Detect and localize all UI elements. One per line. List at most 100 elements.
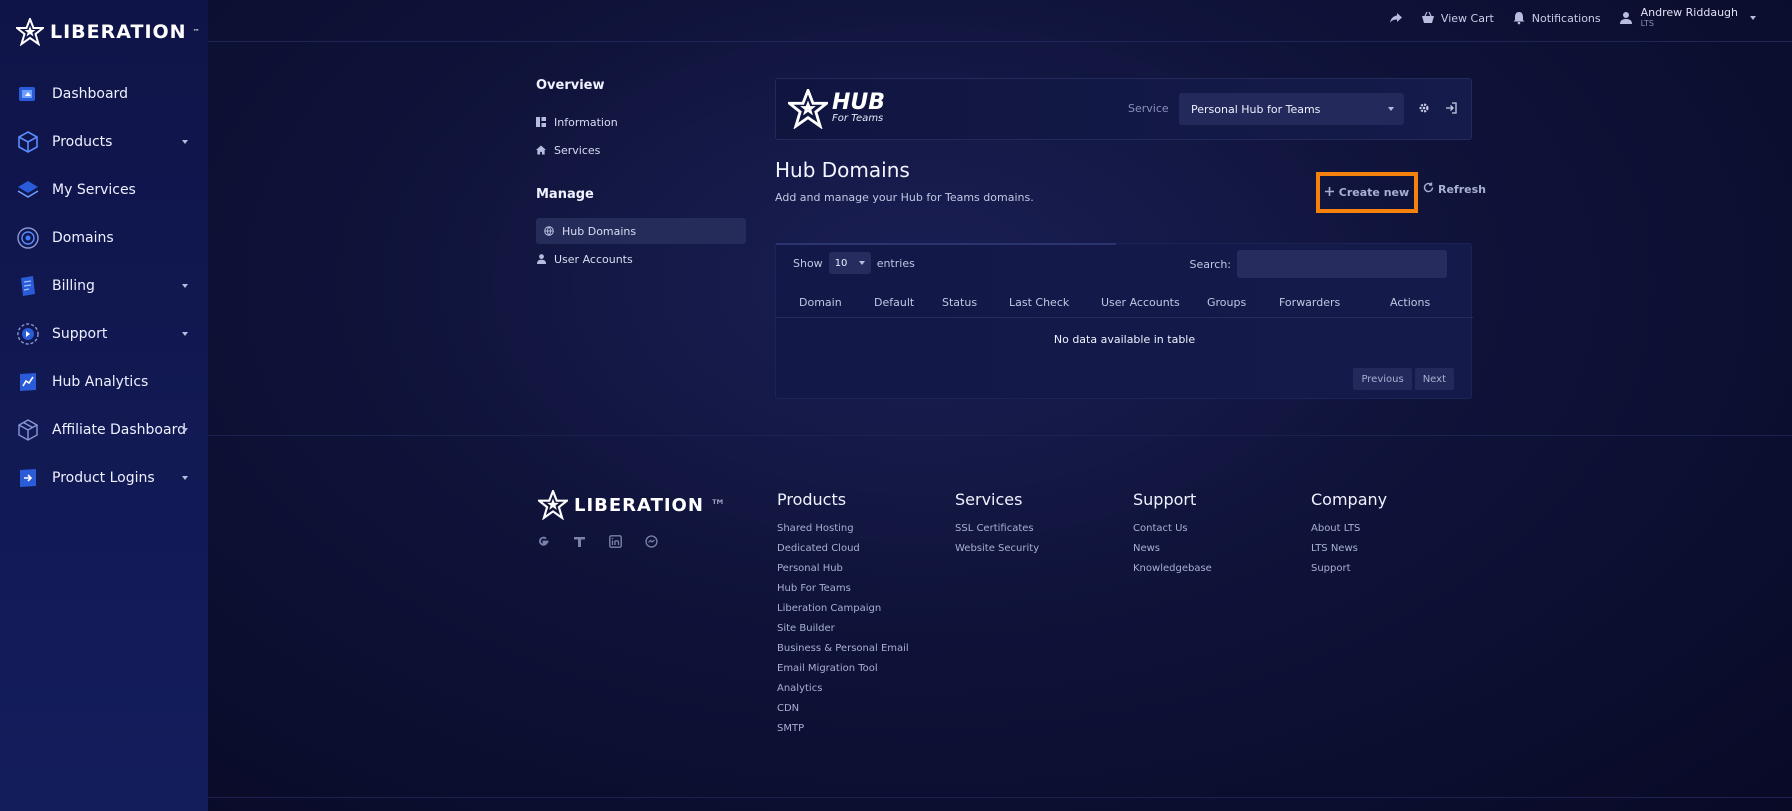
next-button[interactable]: Next bbox=[1414, 368, 1454, 390]
entries-select-value: 10 bbox=[834, 257, 848, 269]
sidebar-item-my-services[interactable]: My Services bbox=[0, 166, 208, 214]
footer-brand-logo[interactable]: LIBERATION ™ bbox=[538, 490, 726, 520]
service-select[interactable]: Personal Hub for Teams bbox=[1179, 93, 1404, 125]
bell-icon bbox=[1512, 11, 1526, 25]
footer-col-services: Services SSL Certificates Website Securi… bbox=[955, 490, 1039, 563]
entries-select[interactable]: 10 bbox=[828, 252, 871, 274]
subnav-item-information[interactable]: Information bbox=[536, 109, 746, 135]
footer-link[interactable]: Website Security bbox=[955, 543, 1039, 563]
column-header-default[interactable]: Default bbox=[874, 296, 914, 309]
show-label: Show bbox=[793, 256, 823, 270]
footer-link[interactable]: Hub For Teams bbox=[777, 583, 909, 603]
entries-label: entries bbox=[876, 256, 915, 270]
linkedin-icon[interactable] bbox=[608, 534, 622, 548]
star-logo-icon bbox=[538, 490, 568, 520]
sidebar-item-label: Affiliate Dashboard bbox=[52, 422, 186, 438]
column-header-last-check[interactable]: Last Check bbox=[1009, 296, 1069, 309]
sidebar-item-hub-analytics[interactable]: Hub Analytics bbox=[0, 358, 208, 406]
footer-link[interactable]: Site Builder bbox=[777, 623, 909, 643]
footer-link[interactable]: Liberation Campaign bbox=[777, 603, 909, 623]
view-cart-button[interactable]: View Cart bbox=[1421, 11, 1494, 25]
footer-link[interactable]: Analytics bbox=[777, 683, 909, 703]
footer-link[interactable]: Support bbox=[1311, 563, 1387, 583]
footer-link[interactable]: Personal Hub bbox=[777, 563, 909, 583]
sign-in-icon[interactable] bbox=[1444, 101, 1458, 115]
footer-link[interactable]: SSL Certificates bbox=[955, 523, 1039, 543]
chevron-down-icon bbox=[182, 284, 188, 288]
column-header-domain[interactable]: Domain bbox=[799, 296, 842, 309]
sidebar-item-dashboard[interactable]: Dashboard bbox=[0, 70, 208, 118]
layers-icon bbox=[16, 178, 40, 202]
footer-link[interactable]: Dedicated Cloud bbox=[777, 543, 909, 563]
previous-button[interactable]: Previous bbox=[1353, 368, 1412, 390]
sidebar-item-products[interactable]: Products bbox=[0, 118, 208, 166]
user-icon bbox=[536, 254, 546, 264]
subnav-item-label: Hub Domains bbox=[562, 224, 637, 238]
main-area: View Cart Notifications Andrew Riddaugh … bbox=[208, 0, 1792, 811]
chevron-down-icon bbox=[1750, 16, 1756, 20]
notifications-label: Notifications bbox=[1531, 11, 1601, 25]
table-top-accent bbox=[776, 243, 1116, 245]
column-header-forwarders[interactable]: Forwarders bbox=[1279, 296, 1340, 309]
footer-link[interactable]: CDN bbox=[777, 703, 909, 723]
footer-col-company: Company About LTS LTS News Support bbox=[1311, 490, 1387, 583]
column-header-user-accounts[interactable]: User Accounts bbox=[1101, 296, 1180, 309]
footer-link[interactable]: About LTS bbox=[1311, 523, 1387, 543]
footer-col-title: Company bbox=[1311, 490, 1388, 509]
footer-col-title: Services bbox=[955, 490, 1023, 509]
sidebar-item-billing[interactable]: Billing bbox=[0, 262, 208, 310]
notifications-button[interactable]: Notifications bbox=[1512, 11, 1601, 25]
sidebar-item-label: Domains bbox=[52, 230, 114, 246]
chevron-down-icon bbox=[182, 140, 188, 144]
search-input[interactable] bbox=[1237, 250, 1447, 278]
share-button[interactable] bbox=[1389, 11, 1403, 25]
user-org: LTS bbox=[1640, 19, 1654, 28]
sidebar-item-support[interactable]: Support bbox=[0, 310, 208, 358]
brand-logo[interactable]: LIBERATION ™ bbox=[16, 18, 200, 46]
column-header-actions[interactable]: Actions bbox=[1390, 296, 1430, 309]
footer-link[interactable]: LTS News bbox=[1311, 543, 1387, 563]
footer-link[interactable]: Knowledgebase bbox=[1133, 563, 1212, 583]
subnav-item-hub-domains[interactable]: Hub Domains bbox=[536, 218, 746, 244]
info-grid-icon bbox=[536, 117, 546, 127]
refresh-button[interactable]: Refresh bbox=[1423, 182, 1486, 196]
column-header-status[interactable]: Status bbox=[942, 296, 977, 309]
user-icon bbox=[1619, 11, 1633, 25]
subnav-item-user-accounts[interactable]: User Accounts bbox=[536, 246, 746, 272]
share-icon bbox=[1389, 11, 1403, 25]
subnav-item-services[interactable]: Services bbox=[536, 137, 746, 163]
footer-link[interactable]: Shared Hosting bbox=[777, 523, 909, 543]
footer-col-products: Products Shared Hosting Dedicated Cloud … bbox=[777, 490, 909, 743]
column-header-groups[interactable]: Groups bbox=[1207, 296, 1246, 309]
user-menu[interactable]: Andrew Riddaugh LTS bbox=[1619, 7, 1756, 29]
globe-icon bbox=[544, 226, 554, 236]
support-icon bbox=[16, 322, 40, 346]
plus-icon bbox=[1324, 186, 1334, 199]
chevron-down-icon bbox=[182, 476, 188, 480]
sidebar-item-label: Support bbox=[52, 326, 108, 342]
gear-icon[interactable] bbox=[1417, 101, 1431, 115]
footer-col-support: Support Contact Us News Knowledgebase bbox=[1133, 490, 1212, 583]
sub-nav: Overview Information Services Manage Hub… bbox=[536, 78, 746, 274]
footer-link[interactable]: Email Migration Tool bbox=[777, 663, 909, 683]
sidebar-nav: Dashboard Products My Services Domains B… bbox=[0, 70, 208, 502]
hub-for-teams-logo: HUB For Teams bbox=[788, 89, 885, 129]
footer-link[interactable]: Contact Us bbox=[1133, 523, 1212, 543]
footer-link[interactable]: Business & Personal Email bbox=[777, 643, 909, 663]
sidebar-item-domains[interactable]: Domains bbox=[0, 214, 208, 262]
pagination: Previous Next bbox=[1353, 368, 1454, 390]
create-new-button[interactable]: Create new bbox=[1316, 172, 1418, 213]
dashboard-icon bbox=[16, 82, 40, 106]
chevron-down-icon bbox=[1388, 107, 1394, 111]
sidebar-item-affiliate-dashboard[interactable]: Affiliate Dashboard bbox=[0, 406, 208, 454]
chevron-down-icon bbox=[858, 261, 865, 265]
trustpilot-icon[interactable] bbox=[572, 534, 586, 548]
analytics-icon bbox=[16, 370, 40, 394]
google-icon[interactable] bbox=[536, 534, 550, 548]
footer-link[interactable]: SMTP bbox=[777, 723, 909, 743]
table-length-control: Show 10 entries bbox=[793, 252, 915, 274]
footer-link[interactable]: News bbox=[1133, 543, 1212, 563]
sidebar-item-label: Product Logins bbox=[52, 470, 155, 486]
sidebar-item-product-logins[interactable]: Product Logins bbox=[0, 454, 208, 502]
chat-icon[interactable] bbox=[644, 534, 658, 548]
